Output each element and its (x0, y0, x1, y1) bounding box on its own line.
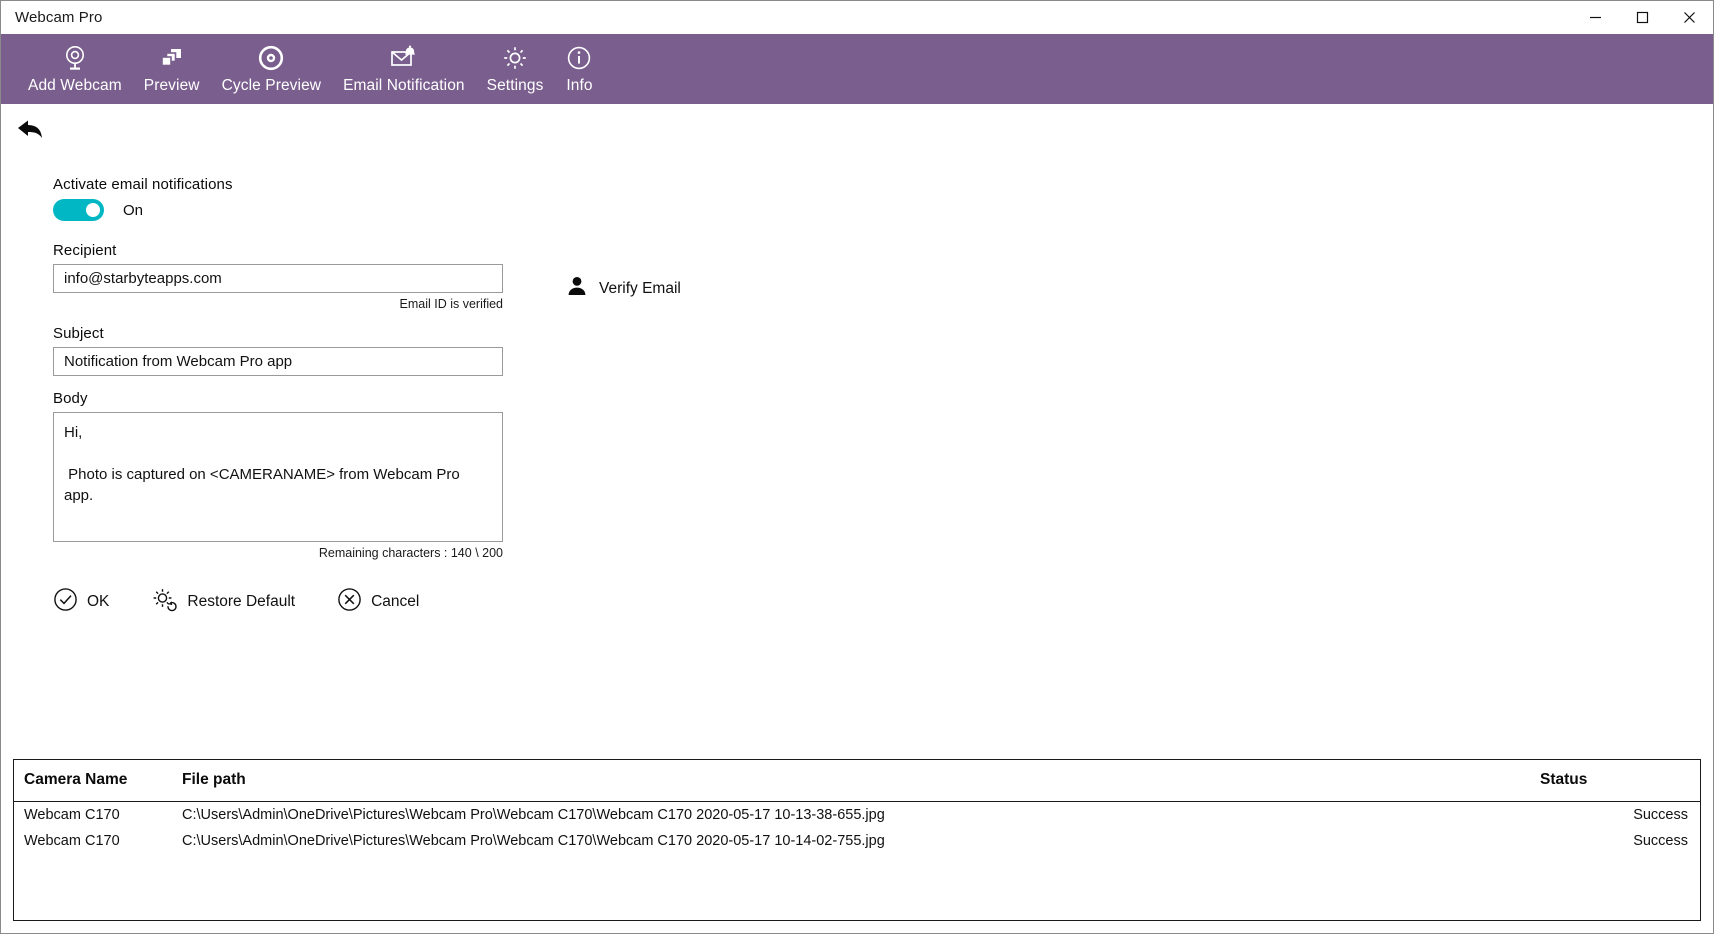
toolbar-label: Cycle Preview (222, 77, 322, 95)
email-verified-hint: Email ID is verified (53, 297, 503, 311)
window-controls (1572, 1, 1713, 34)
cell-camera-name: Webcam C170 (14, 828, 164, 854)
subject-input[interactable]: Notification from Webcam Pro app (53, 347, 503, 376)
info-icon (565, 43, 593, 73)
column-header-file-path: File path (164, 760, 1540, 802)
cell-camera-name: Webcam C170 (14, 802, 164, 829)
cell-status: Success (1540, 802, 1700, 829)
toggle-knob (86, 203, 100, 217)
verify-email-label: Verify Email (599, 280, 681, 298)
x-circle-icon (337, 587, 362, 617)
toolbar-label: Add Webcam (28, 77, 122, 95)
ok-button[interactable]: OK (53, 587, 109, 617)
toolbar-label: Email Notification (343, 77, 465, 95)
verify-email-button[interactable]: Verify Email (565, 274, 681, 303)
page-content: Activate email notifications On Recipien… (1, 104, 1713, 933)
table-header-row: Camera Name File path Status (14, 760, 1700, 802)
title-bar: Webcam Pro (1, 1, 1713, 34)
close-icon[interactable] (1666, 1, 1713, 34)
remaining-characters-label: Remaining characters : 140 \ 200 (53, 546, 503, 560)
toolbar-item-preview[interactable]: Preview (133, 34, 211, 104)
cell-status: Success (1540, 828, 1700, 854)
person-icon (565, 274, 589, 303)
toolbar-item-add-webcam[interactable]: Add Webcam (17, 34, 133, 104)
cell-file-path: C:\Users\Admin\OneDrive\Pictures\Webcam … (164, 802, 1540, 829)
body-textarea[interactable]: Hi, Photo is captured on <CAMERANAME> fr… (53, 412, 503, 542)
toolbar-label: Info (566, 77, 592, 95)
capture-log-table: Camera Name File path Status Webcam C170… (13, 759, 1701, 921)
recipient-label: Recipient (53, 242, 693, 259)
main-toolbar: Add Webcam Preview (1, 34, 1713, 104)
gear-restore-icon (151, 587, 178, 617)
toolbar-label: Settings (487, 77, 544, 95)
table-row[interactable]: Webcam C170 C:\Users\Admin\OneDrive\Pict… (14, 802, 1700, 829)
toolbar-item-cycle-preview[interactable]: Cycle Preview (211, 34, 333, 104)
back-arrow-icon[interactable] (13, 116, 47, 146)
cancel-button[interactable]: Cancel (337, 587, 419, 617)
toggle-state-label: On (123, 202, 143, 219)
cancel-label: Cancel (371, 593, 419, 611)
gear-icon (501, 43, 529, 73)
activate-notifications-label: Activate email notifications (53, 176, 693, 193)
toolbar-item-email-notification[interactable]: Email Notification (332, 34, 476, 104)
form-actions: OK Restore Default (53, 587, 693, 617)
ok-label: OK (87, 593, 109, 611)
activate-notifications-toggle[interactable] (53, 199, 104, 221)
windows-stack-icon (158, 43, 186, 73)
column-header-status: Status (1540, 760, 1700, 802)
restore-default-button[interactable]: Restore Default (151, 587, 295, 617)
maximize-icon[interactable] (1619, 1, 1666, 34)
minimize-icon[interactable] (1572, 1, 1619, 34)
subject-label: Subject (53, 325, 693, 342)
app-window: Webcam Pro Add Webcam (0, 0, 1714, 934)
activate-notifications-row: On (53, 199, 693, 221)
table-body: Webcam C170 C:\Users\Admin\OneDrive\Pict… (14, 802, 1700, 855)
check-circle-icon (53, 587, 78, 617)
restore-default-label: Restore Default (187, 593, 295, 611)
toolbar-item-settings[interactable]: Settings (476, 34, 555, 104)
toolbar-item-info[interactable]: Info (554, 34, 604, 104)
recipient-input[interactable]: info@starbyteapps.com (53, 264, 503, 293)
recipient-row: info@starbyteapps.com Email ID is verifi… (53, 264, 693, 311)
cycle-icon (257, 43, 285, 73)
body-label: Body (53, 390, 693, 407)
toolbar-label: Preview (144, 77, 200, 95)
column-header-camera-name: Camera Name (14, 760, 164, 802)
table-row[interactable]: Webcam C170 C:\Users\Admin\OneDrive\Pict… (14, 828, 1700, 854)
cell-file-path: C:\Users\Admin\OneDrive\Pictures\Webcam … (164, 828, 1540, 854)
email-settings-form: Activate email notifications On Recipien… (53, 176, 693, 617)
window-title: Webcam Pro (1, 9, 102, 26)
envelope-bell-icon (389, 43, 419, 73)
webcam-icon (61, 43, 89, 73)
